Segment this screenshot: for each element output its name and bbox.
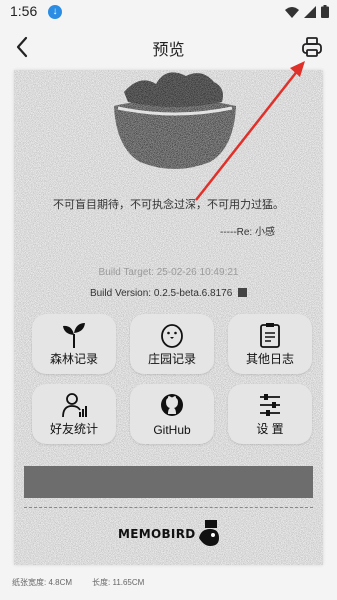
annotation-arrow — [195, 61, 305, 201]
paper-size-footer: 纸张宽度: 4.8CM 长度: 11.65CM — [12, 577, 144, 588]
paper-width: 纸张宽度: 4.8CM — [12, 578, 73, 587]
paper-length: 长度: 11.65CM — [92, 578, 145, 587]
